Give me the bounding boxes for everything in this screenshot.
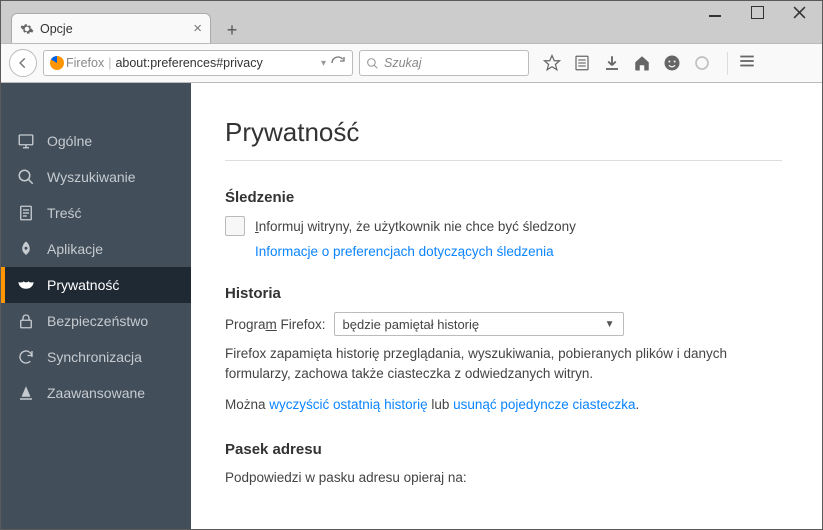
sidebar-item-general[interactable]: Ogólne [1,123,191,159]
sidebar-item-search[interactable]: Wyszukiwanie [1,159,191,195]
url-text: about:preferences#privacy [115,56,317,70]
home-icon[interactable] [633,54,651,72]
minimize-button[interactable] [708,5,722,19]
remove-cookies-link[interactable]: usunąć pojedyncze ciasteczka [453,397,635,412]
url-bar[interactable]: Firefox | about:preferences#privacy ▾ [43,50,353,76]
hamburger-menu-button[interactable] [727,52,756,75]
firefox-logo-icon [50,56,64,70]
tracking-link-row: Informacje o preferencjach dotyczących ś… [255,244,782,259]
downloads-icon[interactable] [603,54,621,72]
sidebar-item-label: Zaawansowane [47,385,145,401]
identity-label: Firefox [66,56,104,70]
sidebar-item-applications[interactable]: Aplikacje [1,231,191,267]
url-separator: | [108,56,111,70]
locationbar-section: Pasek adresu Podpowiedzi w pasku adresu … [225,441,782,488]
history-links-row: Można wyczyścić ostatnią historię lub us… [225,395,782,415]
maximize-button[interactable] [750,5,764,19]
mask-icon [17,276,35,294]
tab-title: Opcje [40,22,187,36]
monitor-icon [17,132,35,150]
sidebar-item-sync[interactable]: Synchronizacja [1,339,191,375]
tracking-section: Śledzenie Informuj witryny, że użytkowni… [225,189,782,259]
bookmark-star-icon[interactable] [543,54,561,72]
sidebar-item-content[interactable]: Treść [1,195,191,231]
page-title: Prywatność [225,117,782,161]
window-titlebar: Opcje × + [1,1,822,43]
tracking-checkbox-label: Informuj witryny, że użytkownik nie chce… [255,219,576,234]
sidebar-item-privacy[interactable]: Prywatność [1,267,191,303]
sidebar-item-label: Aplikacje [47,241,103,257]
browser-tab-options[interactable]: Opcje × [11,13,211,43]
search-icon [17,168,35,186]
tab-strip: Opcje × + [11,11,245,43]
history-heading: Historia [225,285,782,302]
sidebar-item-advanced[interactable]: Zaawansowane [1,375,191,411]
search-icon [366,57,379,70]
sidebar-item-label: Prywatność [47,277,119,293]
gear-icon [20,22,34,36]
search-bar[interactable]: Szukaj [359,50,529,76]
history-mode-label: Program Firefox: [225,317,326,332]
rocket-icon [17,240,35,258]
tracking-info-link[interactable]: Informacje o preferencjach dotyczących ś… [255,244,554,259]
toolbar-icons [543,54,711,72]
clear-history-link[interactable]: wyczyścić ostatnią historię [269,397,427,412]
sidebar-item-security[interactable]: Bezpieczeństwo [1,303,191,339]
tracking-checkbox-row[interactable]: Informuj witryny, że użytkownik nie chce… [225,216,782,236]
locationbar-heading: Pasek adresu [225,441,782,458]
reload-button[interactable] [330,55,346,71]
main-panel: Prywatność Śledzenie Informuj witryny, ż… [191,83,822,529]
locationbar-description: Podpowiedzi w pasku adresu opieraj na: [225,468,782,488]
main-scroll-area[interactable]: Prywatność Śledzenie Informuj witryny, ż… [191,83,822,529]
sidebar-item-label: Bezpieczeństwo [47,313,148,329]
window-controls [708,5,806,19]
document-icon [17,204,35,222]
back-button[interactable] [9,49,37,77]
sidebar-item-label: Treść [47,205,81,221]
close-tab-icon[interactable]: × [193,21,202,36]
lock-icon [17,312,35,330]
new-tab-button[interactable]: + [219,17,245,43]
tracking-checkbox[interactable] [225,216,245,236]
loop-icon[interactable] [693,54,711,72]
sidebar-item-label: Synchronizacja [47,349,142,365]
chevron-down-icon: ▼ [605,319,615,330]
history-mode-select[interactable]: będzie pamiętał historię ▼ [334,312,624,336]
search-placeholder: Szukaj [384,56,422,70]
sync-icon [17,348,35,366]
smiley-icon[interactable] [663,54,681,72]
close-window-button[interactable] [792,5,806,19]
reader-list-icon[interactable] [573,54,591,72]
preferences-sidebar: Ogólne Wyszukiwanie Treść Aplikacje Pryw… [1,83,191,529]
url-dropdown-icon[interactable]: ▾ [321,58,326,69]
navigation-toolbar: Firefox | about:preferences#privacy ▾ Sz… [1,43,822,83]
history-mode-row: Program Firefox: będzie pamiętał histori… [225,312,782,336]
content-area: Ogólne Wyszukiwanie Treść Aplikacje Pryw… [1,83,822,529]
sidebar-item-label: Ogólne [47,133,92,149]
wizard-hat-icon [17,384,35,402]
history-section: Historia Program Firefox: będzie pamięta… [225,285,782,415]
sidebar-item-label: Wyszukiwanie [47,169,136,185]
identity-box[interactable]: Firefox [50,56,104,70]
tracking-heading: Śledzenie [225,189,782,206]
history-description: Firefox zapamięta historię przeglądania,… [225,344,782,385]
history-mode-value: będzie pamiętał historię [343,317,480,332]
